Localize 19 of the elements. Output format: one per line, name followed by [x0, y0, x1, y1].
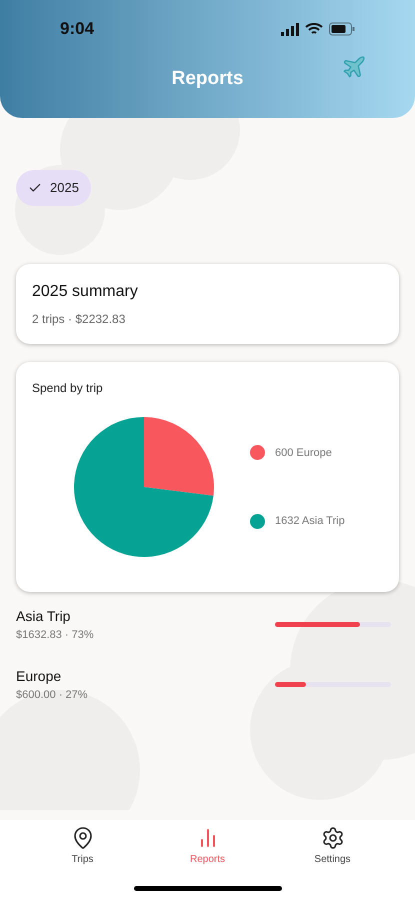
signal-icon	[281, 22, 299, 36]
tab-item[interactable]: Trips	[42, 826, 122, 867]
page-title: Reports	[172, 66, 244, 91]
settings-icon	[320, 826, 344, 850]
airplane-icon	[341, 54, 367, 80]
tab-item[interactable]: Settings	[292, 826, 372, 867]
trip-amount: $600.00 · 27%	[16, 688, 88, 702]
filter-chip[interactable]: 2025	[16, 170, 91, 206]
summary-subtitle: 2 trips · $2232.83	[32, 311, 126, 328]
legend-label: 1632 Asia Trip	[275, 514, 345, 529]
summary-title: 2025 summary	[32, 282, 139, 302]
trip-name: Asia Trip	[16, 607, 72, 626]
trip-name: Europe	[16, 666, 62, 686]
wifi-icon	[305, 22, 323, 36]
legend-label: 600 Europe	[275, 446, 332, 460]
chart-title: Spend by trip	[32, 380, 104, 397]
trip-amount: $1632.83 · 73%	[16, 628, 94, 643]
status-time: 9:04	[60, 18, 94, 40]
battery-icon	[329, 22, 355, 36]
